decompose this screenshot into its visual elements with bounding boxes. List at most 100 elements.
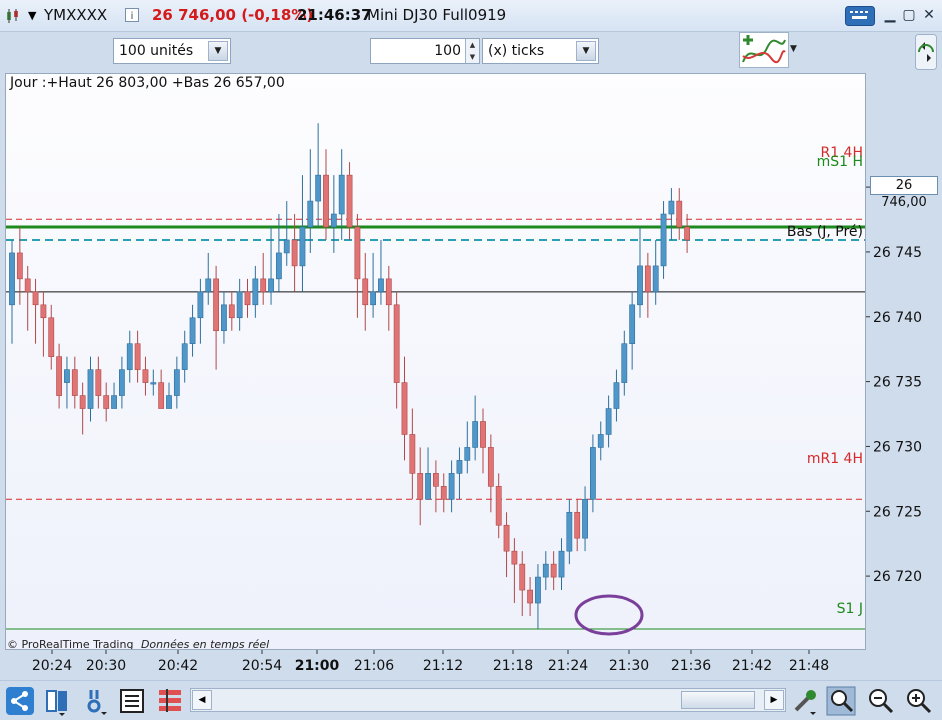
maximize-button[interactable]: ▢ [901, 7, 917, 23]
candle [417, 447, 424, 526]
candle [323, 149, 329, 240]
units-select-value: 100 unités [119, 43, 194, 59]
level-label-prev-low: Bas (J, Pré) [786, 224, 863, 240]
candle [79, 382, 86, 435]
candle [299, 175, 306, 292]
scroll-left-button[interactable]: ◀ [192, 690, 212, 710]
time-axis[interactable]: 20:24 20:30 20:42 20:54 21:00 21:06 21:12 21:18… [5, 650, 866, 680]
current-price-label: 26 746,00 [870, 176, 938, 210]
y-tick-label: 26 730 [873, 439, 922, 455]
level-label-mr1-4h: mR1 4H [806, 451, 863, 467]
candle [644, 252, 651, 318]
ticks-value-input[interactable]: 100 ▲ ▼ [370, 38, 480, 64]
candle [370, 252, 376, 318]
candle [95, 356, 102, 409]
candle-chart-icon[interactable] [5, 8, 21, 24]
candle [519, 551, 526, 616]
last-price-change: 26 746,00 (-0,18%) [152, 6, 314, 24]
units-select[interactable]: 100 unités ▼ [113, 38, 231, 64]
list-icon[interactable] [117, 686, 147, 716]
scroll-thumb[interactable] [681, 691, 755, 709]
candle [307, 149, 314, 253]
close-button[interactable]: ✕ [921, 7, 937, 23]
candle [378, 239, 384, 305]
keyboard-icon[interactable] [845, 6, 875, 26]
candle [597, 421, 604, 461]
candle [393, 291, 400, 409]
svg-text:i: i [131, 11, 134, 22]
minimize-button[interactable]: ▁ [882, 7, 898, 23]
candle [252, 265, 259, 318]
ticker-symbol[interactable]: YMXXXX [44, 6, 107, 24]
candle [228, 291, 235, 331]
copyright-note: © ProRealTime Trading Données en temps r… [7, 638, 269, 650]
candle [173, 356, 180, 409]
layout-icon[interactable] [43, 686, 73, 716]
y-tick-label: 26 725 [873, 504, 922, 520]
chevron-down-icon[interactable]: ▼ [576, 41, 596, 61]
x-tick-label: 20:42 [158, 658, 198, 674]
info-icon[interactable]: i [125, 8, 139, 22]
x-tick-label: 21:18 [493, 658, 533, 674]
candle [56, 343, 62, 409]
candle [605, 395, 612, 448]
stepper-icon[interactable]: ▲ ▼ [465, 39, 479, 63]
candle [221, 291, 227, 344]
candle [613, 369, 620, 422]
zoom-in-icon[interactable] [903, 686, 933, 716]
y-tick-label: 26 720 [873, 569, 922, 585]
candle [558, 538, 565, 591]
candle [48, 304, 55, 370]
candle [589, 434, 596, 513]
highlight-circle [574, 594, 644, 636]
candle [205, 252, 212, 305]
candle [456, 447, 463, 500]
candle [425, 447, 431, 500]
indicator-menu-arrow[interactable]: ▼ [790, 44, 797, 54]
candle [660, 201, 667, 279]
candle [32, 278, 39, 344]
candle [315, 123, 322, 228]
x-tick-label: 21:00 [295, 658, 340, 674]
copyright-text: © ProRealTime Trading [7, 638, 134, 650]
candle [64, 356, 70, 409]
candle [652, 239, 659, 305]
y-tick-label: 26 740 [873, 310, 922, 326]
candle [71, 356, 78, 409]
chart-scrollbar[interactable]: ◀ ▶ [190, 688, 786, 712]
candle [119, 356, 125, 409]
ticker-dropdown-arrow[interactable]: ▼ [28, 9, 36, 22]
candle [495, 473, 502, 539]
candle [684, 214, 690, 253]
scroll-right-button[interactable]: ▶ [764, 690, 784, 710]
candle [487, 434, 494, 513]
candle [244, 278, 251, 318]
add-indicator-icon[interactable] [739, 32, 789, 68]
zoom-out-icon[interactable] [865, 686, 895, 716]
ticks-select[interactable]: (x) ticks ▼ [482, 38, 599, 64]
candle [87, 356, 94, 422]
x-tick-label: 21:30 [609, 658, 649, 674]
candle [542, 551, 549, 591]
candle [409, 408, 416, 500]
x-tick-label: 20:30 [86, 658, 126, 674]
candle [181, 330, 188, 383]
title-bar: ▼ YMXXXX i 26 746,00 (-0,18%) 21:46:37 M… [0, 0, 942, 32]
grid-icon[interactable] [155, 686, 185, 716]
candle [527, 577, 533, 616]
candle [385, 265, 392, 331]
candle [448, 460, 455, 513]
chevron-down-icon[interactable]: ▼ [208, 41, 228, 61]
zoom-fit-icon[interactable] [826, 686, 856, 716]
level-label-s1-j: S1 J [836, 601, 863, 617]
price-chart[interactable]: Jour :+Haut 26 803,00 +Bas 26 657,00 R1 … [5, 73, 866, 650]
bottom-toolbar: ◀ ▶ [0, 680, 942, 720]
candle [189, 304, 196, 357]
price-axis[interactable]: 26 75026 74526 74026 73526 73026 72526 7… [866, 73, 942, 650]
candle [511, 538, 518, 604]
share-icon[interactable] [5, 686, 35, 716]
candle [354, 214, 361, 318]
sync-arrows-icon[interactable] [915, 34, 937, 70]
link-icon[interactable] [81, 686, 111, 716]
wrench-icon[interactable] [790, 686, 820, 716]
